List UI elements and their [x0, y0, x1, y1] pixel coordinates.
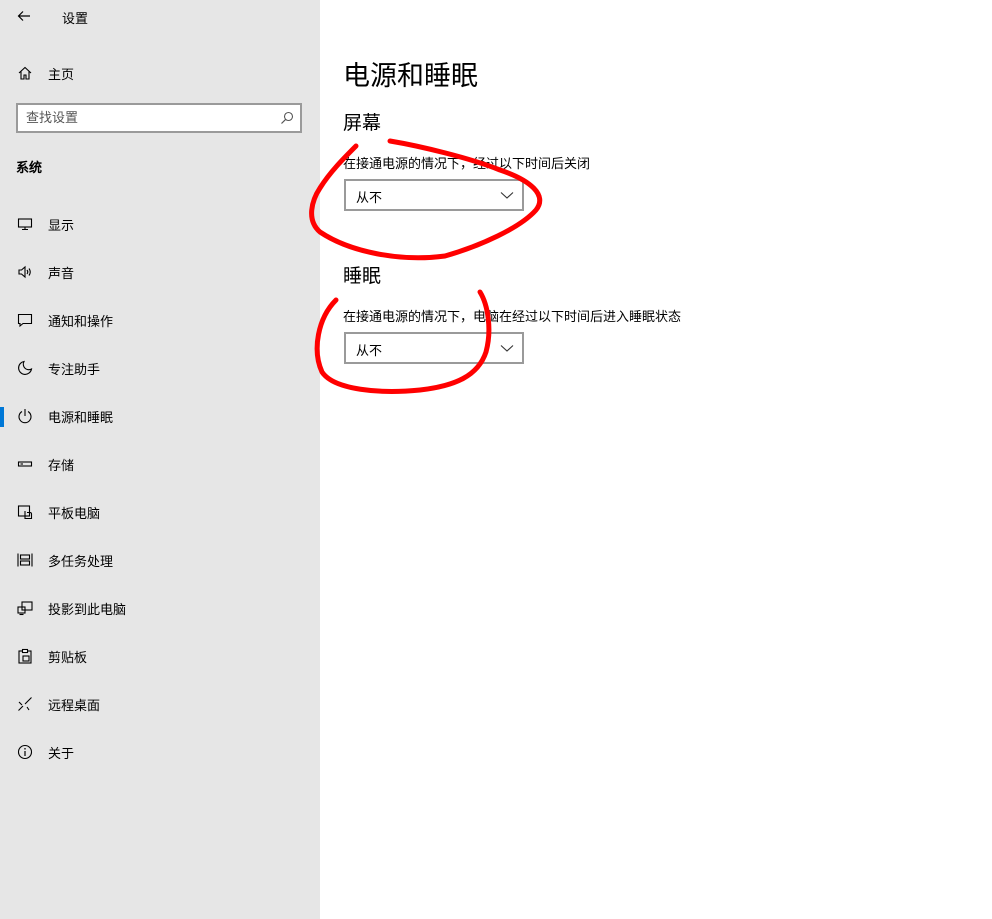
- sidebar-item-label: 平板电脑: [48, 506, 101, 522]
- screen-heading: 屏幕: [343, 112, 382, 134]
- sidebar-item-home[interactable]: 主页: [0, 56, 320, 90]
- home-icon: [16, 64, 34, 82]
- clipboard-icon: [16, 647, 34, 665]
- sidebar-item-label: 主页: [48, 67, 75, 83]
- sidebar-item-storage[interactable]: 存储: [0, 440, 320, 488]
- back-button[interactable]: [12, 4, 36, 28]
- back-arrow-icon: [17, 11, 30, 21]
- tablet-icon: [16, 503, 34, 521]
- sidebar-item-label: 声音: [48, 266, 75, 282]
- sidebar-item-clipboard[interactable]: 剪贴板: [0, 632, 320, 680]
- sidebar-item-power-sleep[interactable]: 电源和睡眠: [0, 392, 320, 440]
- dropdown-value: 从不: [356, 191, 383, 206]
- page-title: 电源和睡眠: [343, 61, 478, 92]
- project-icon: [16, 599, 34, 617]
- moon-icon: [16, 359, 34, 377]
- main-content: 电源和睡眠 屏幕 在接通电源的情况下，经过以下时间后关闭 从不 睡眠 在接通电源…: [320, 0, 992, 919]
- monitor-icon: [16, 215, 34, 233]
- info-icon: [16, 743, 34, 761]
- screen-description: 在接通电源的情况下，经过以下时间后关闭: [343, 157, 591, 172]
- sidebar-item-label: 电源和睡眠: [48, 410, 114, 426]
- sidebar-item-notifications[interactable]: 通知和操作: [0, 296, 320, 344]
- message-icon: [16, 311, 34, 329]
- sidebar-item-label: 通知和操作: [48, 314, 114, 330]
- screen-timeout-dropdown[interactable]: 从不: [344, 179, 524, 211]
- sidebar-item-label: 远程桌面: [48, 698, 101, 714]
- sidebar-nav: 显示 声音 通知和操作 专注助手 电源和睡眠 存储 平板电脑 多任务处理 投影到…: [0, 200, 320, 776]
- sidebar-item-label: 存储: [48, 458, 75, 474]
- app-title: 设置: [62, 12, 89, 27]
- title-bar: 设置: [0, 0, 320, 34]
- sleep-timeout-dropdown[interactable]: 从不: [344, 332, 524, 364]
- sidebar-item-tablet[interactable]: 平板电脑: [0, 488, 320, 536]
- search-box[interactable]: [16, 103, 302, 133]
- sidebar-item-project[interactable]: 投影到此电脑: [0, 584, 320, 632]
- sidebar-item-remote-desktop[interactable]: 远程桌面: [0, 680, 320, 728]
- sidebar-item-label: 剪贴板: [48, 650, 88, 666]
- sidebar-item-focus-assist[interactable]: 专注助手: [0, 344, 320, 392]
- power-icon: [16, 407, 34, 425]
- multitask-icon: [16, 551, 34, 569]
- remote-icon: [16, 695, 34, 713]
- chevron-down-icon: [500, 345, 514, 352]
- speaker-icon: [16, 263, 34, 281]
- sidebar: 设置 主页 系统 显示 声音: [0, 0, 320, 919]
- sidebar-item-label: 显示: [48, 218, 75, 234]
- sidebar-item-label: 多任务处理: [48, 554, 114, 570]
- section-heading: 系统: [16, 161, 43, 176]
- sidebar-item-label: 投影到此电脑: [48, 602, 127, 618]
- search-icon: [281, 111, 294, 124]
- sidebar-item-sound[interactable]: 声音: [0, 248, 320, 296]
- storage-icon: [16, 455, 34, 473]
- chevron-down-icon: [500, 192, 514, 199]
- search-input[interactable]: [26, 107, 276, 129]
- sidebar-item-label: 关于: [48, 746, 75, 762]
- dropdown-value: 从不: [356, 344, 383, 359]
- sleep-description: 在接通电源的情况下，电脑在经过以下时间后进入睡眠状态: [343, 310, 682, 325]
- sleep-heading: 睡眠: [343, 265, 382, 287]
- sidebar-item-multitasking[interactable]: 多任务处理: [0, 536, 320, 584]
- sidebar-item-about[interactable]: 关于: [0, 728, 320, 776]
- sidebar-item-label: 专注助手: [48, 362, 101, 378]
- sidebar-item-display[interactable]: 显示: [0, 200, 320, 248]
